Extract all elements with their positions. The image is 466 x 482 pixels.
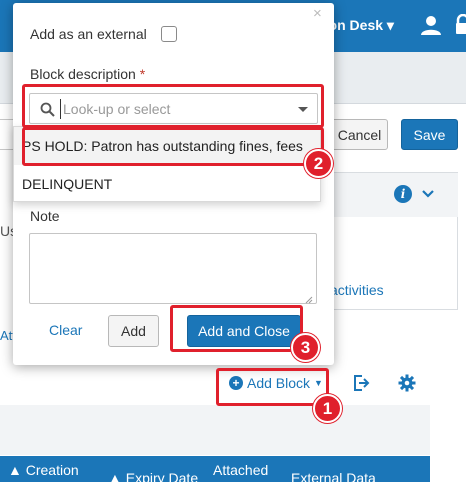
- add-as-external-label: Add as an external: [30, 26, 147, 42]
- resize-grip-icon[interactable]: [305, 291, 313, 304]
- column-header-external-data[interactable]: External Data: [291, 470, 376, 482]
- blocks-section-band: [0, 405, 430, 455]
- lock-icon[interactable]: [455, 13, 466, 39]
- chevron-down-icon[interactable]: [420, 185, 436, 204]
- info-icon[interactable]: i: [394, 185, 412, 203]
- column-header-expiry-date[interactable]: ▲ Expiry Date: [108, 470, 198, 482]
- add-as-external-checkbox[interactable]: [161, 26, 177, 42]
- clear-button[interactable]: Clear: [49, 322, 82, 338]
- annotation-badge-3: 3: [291, 333, 320, 362]
- blocks-table-header: ▲ Creation ▲ Expiry Date Attached Extern…: [0, 456, 430, 482]
- export-icon[interactable]: [352, 374, 370, 395]
- cancel-button[interactable]: Cancel: [331, 119, 388, 150]
- option-delinquent[interactable]: DELINQUENT: [14, 165, 320, 201]
- add-button[interactable]: Add: [108, 315, 159, 347]
- save-button[interactable]: Save: [401, 119, 458, 150]
- gear-icon[interactable]: [398, 374, 416, 395]
- column-header-attached[interactable]: Attached: [213, 462, 268, 478]
- annotation-box-add-and-close: [170, 305, 303, 352]
- user-icon[interactable]: [420, 14, 442, 39]
- column-header-creation[interactable]: ▲ Creation: [8, 462, 79, 478]
- close-icon[interactable]: ×: [313, 5, 322, 22]
- annotation-box-add-block: [216, 368, 329, 406]
- note-label: Note: [30, 208, 60, 224]
- required-marker: *: [139, 66, 146, 82]
- annotation-badge-2: 2: [304, 149, 333, 178]
- activities-link[interactable]: activities: [330, 282, 384, 298]
- annotation-box-ps-hold-option: [22, 127, 324, 166]
- annotation-box-description-field: [22, 84, 324, 128]
- note-textarea[interactable]: [29, 233, 317, 304]
- annotation-badge-1: 1: [313, 394, 342, 423]
- block-description-label: Block description *: [30, 66, 146, 82]
- partial-button[interactable]: [0, 119, 14, 150]
